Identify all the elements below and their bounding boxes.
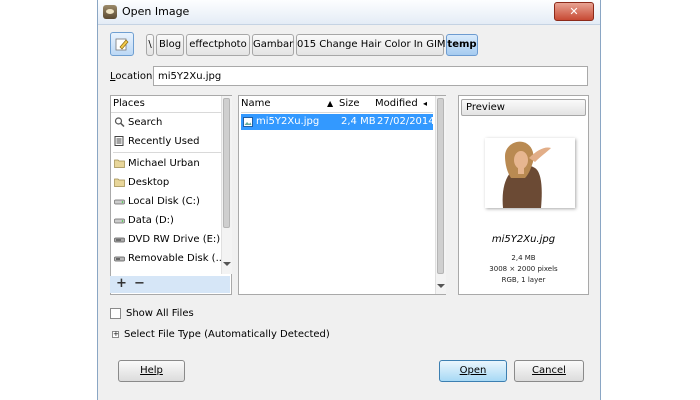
files-scrollbar[interactable]	[435, 96, 446, 294]
location-input[interactable]	[153, 66, 588, 86]
places-scrollbar[interactable]	[221, 96, 232, 274]
preview-thumbnail	[485, 138, 575, 208]
file-name: mi5Y2Xu.jpg	[256, 116, 320, 127]
file-size: 2,4 MB	[341, 116, 376, 127]
preview-size: 2,4 MB	[511, 254, 536, 262]
file-modified: 27/02/2014	[377, 116, 435, 127]
select-file-type-label: Select File Type (Automatically Detected…	[124, 329, 330, 340]
type-location-button[interactable]	[110, 32, 134, 56]
preview-dimensions: 3008 × 2000 pixels	[489, 265, 558, 273]
cancel-button[interactable]: Cancel	[514, 360, 584, 382]
drive-icon	[114, 199, 125, 205]
path-scroll-left[interactable]: \	[146, 34, 154, 56]
column-name[interactable]: Name ▲	[241, 96, 341, 113]
files-scroll-thumb[interactable]	[437, 98, 444, 274]
open-button[interactable]: Open	[439, 360, 507, 382]
pencil-icon	[115, 38, 129, 51]
add-bookmark-button[interactable]: +	[116, 276, 127, 292]
place-local-disk-c[interactable]: Local Disk (C:)	[111, 192, 229, 211]
preview-filename: mi5Y2Xu.jpg	[491, 234, 556, 245]
places-header[interactable]: Places	[111, 96, 231, 113]
folder-icon	[114, 159, 125, 168]
removable-icon	[114, 256, 125, 262]
help-button[interactable]: Help	[118, 360, 185, 382]
close-icon[interactable]: ✕	[554, 2, 594, 21]
expand-icon[interactable]: +	[112, 331, 119, 338]
crumb-temp[interactable]: temp	[446, 34, 478, 56]
crumb-gambar[interactable]: Gambar	[252, 34, 294, 56]
preview-mode: RGB, 1 layer	[501, 276, 546, 284]
window-title: Open Image	[122, 5, 190, 18]
woman-photo-image	[485, 138, 575, 208]
remove-bookmark-button[interactable]: −	[134, 276, 145, 292]
scroll-down-icon[interactable]	[223, 262, 231, 266]
scroll-down-icon[interactable]	[437, 284, 445, 288]
place-removable-disk[interactable]: Removable Disk (...	[111, 249, 229, 268]
scroll-left-icon: ◂	[423, 99, 428, 108]
file-list: Name ▲ Size Modified ◂ mi5Y2Xu.jpg 2,4 MB …	[238, 95, 446, 295]
show-all-files-checkbox[interactable]	[110, 308, 121, 319]
place-data-d[interactable]: Data (D:)	[111, 211, 229, 230]
recent-icon	[114, 136, 124, 146]
places-scroll-thumb[interactable]	[223, 98, 230, 228]
search-icon	[114, 117, 125, 127]
column-size[interactable]: Size	[339, 96, 375, 113]
column-modified[interactable]: Modified ◂	[375, 96, 433, 113]
folder-icon	[114, 178, 125, 187]
sort-ascending-icon: ▲	[327, 99, 334, 108]
place-search[interactable]: Search	[111, 113, 229, 132]
places-toolbar: + −	[110, 276, 230, 293]
place-recently-used[interactable]: Recently Used	[111, 132, 229, 151]
crumb-blog[interactable]: Blog	[156, 34, 184, 56]
drive-icon	[114, 218, 125, 224]
crumb-effectphoto[interactable]: effectphoto	[186, 34, 250, 56]
open-image-dialog: Open Image ✕ \ Blog effectphoto Gambar 0…	[97, 0, 601, 400]
place-michael-urban[interactable]: Michael Urban	[111, 154, 229, 173]
location-label: Location:	[110, 71, 156, 82]
preview-panel: Preview mi5Y2Xu.jpg 2,4 MB 3008 × 2000 p…	[458, 95, 589, 295]
place-dvd-rw-drive-e[interactable]: DVD RW Drive (E:)	[111, 230, 229, 249]
places-divider	[113, 152, 227, 153]
places-panel: Places Search Recently Used Michael Urba…	[110, 95, 232, 295]
image-file-icon	[243, 117, 253, 127]
preview-button[interactable]: Preview	[461, 99, 586, 116]
show-all-files-label: Show All Files	[126, 308, 194, 319]
crumb-change-hair-color[interactable]: 015 Change Hair Color In GIMP	[296, 34, 452, 56]
gimp-icon	[103, 5, 117, 19]
dvd-icon	[114, 237, 125, 243]
place-desktop[interactable]: Desktop	[111, 173, 229, 192]
title-bar: Open Image ✕	[98, 0, 600, 25]
file-row[interactable]: mi5Y2Xu.jpg 2,4 MB 27/02/2014	[241, 114, 435, 130]
